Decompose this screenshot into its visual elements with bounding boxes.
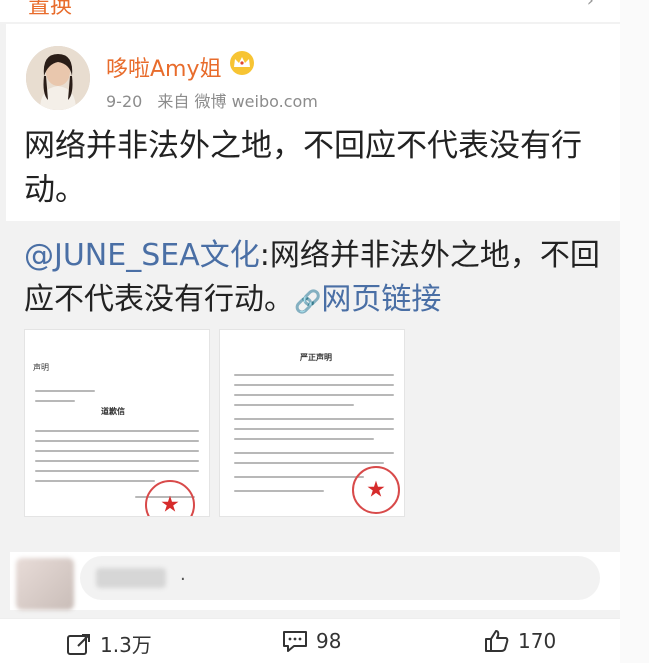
weibo-page: 置换 › 哆啦Amy姐 9-20 来自 微博 weibo.com 网络并非法外之…: [0, 0, 649, 663]
repost-button[interactable]: 1.3万: [66, 629, 152, 658]
post-text: 网络并非法外之地，不回应不代表没有行动。: [24, 128, 582, 208]
repost-block[interactable]: @JUNE_SEA文化:网络并非法外之地，不回应不代表没有行动。🔗网页链接 声明…: [0, 221, 620, 531]
post-date: 9-20: [106, 92, 143, 111]
avatar[interactable]: [26, 46, 90, 110]
repost-count: 1.3万: [100, 633, 152, 657]
commenter-avatar[interactable]: [16, 558, 74, 610]
stamp-icon: ★: [145, 480, 195, 516]
repost-image-2[interactable]: 严正声明 ★: [219, 329, 405, 517]
web-link[interactable]: 网页链接: [321, 282, 441, 317]
post-source[interactable]: 来自 微博 weibo.com: [157, 92, 317, 111]
top-bar: 置换 ›: [0, 0, 620, 22]
share-icon: [67, 633, 90, 655]
top-bar-text[interactable]: 置换: [28, 0, 72, 20]
comment-count: 98: [316, 629, 342, 653]
doc-title-center-2: 严正声明: [300, 353, 332, 362]
comment-placeholder: .: [180, 564, 186, 585]
stamp-icon: ★: [352, 466, 400, 514]
crown-icon: [228, 50, 256, 76]
username[interactable]: 哆啦Amy姐: [106, 51, 222, 83]
action-bar: 1.3万 98 170: [0, 618, 620, 663]
comment-bar: .: [10, 552, 620, 610]
doc-title-center: 道歉信: [101, 407, 125, 416]
commenter-name: [96, 568, 166, 588]
thumbs-up-icon: [485, 630, 509, 652]
link-icon[interactable]: 🔗: [294, 290, 321, 315]
comment-input[interactable]: .: [80, 556, 600, 600]
post-meta: 9-20 来自 微博 weibo.com: [106, 88, 328, 112]
repost-mention[interactable]: @JUNE_SEA文化: [24, 238, 260, 273]
comment-icon: [283, 631, 307, 652]
repost-text-block: @JUNE_SEA文化:网络并非法外之地，不回应不代表没有行动。🔗网页链接: [24, 234, 614, 325]
chevron-icon[interactable]: ›: [587, 0, 594, 11]
repost-image-1[interactable]: 声明 道歉信 ★: [24, 329, 210, 517]
right-edge: [620, 0, 649, 663]
doc-title-left: 声明: [33, 363, 49, 372]
comment-button[interactable]: 98: [282, 629, 341, 653]
weibo-post: 哆啦Amy姐 9-20 来自 微博 weibo.com 网络并非法外之地，不回应…: [6, 24, 620, 221]
like-count: 170: [518, 629, 557, 653]
like-button[interactable]: 170: [484, 629, 556, 653]
